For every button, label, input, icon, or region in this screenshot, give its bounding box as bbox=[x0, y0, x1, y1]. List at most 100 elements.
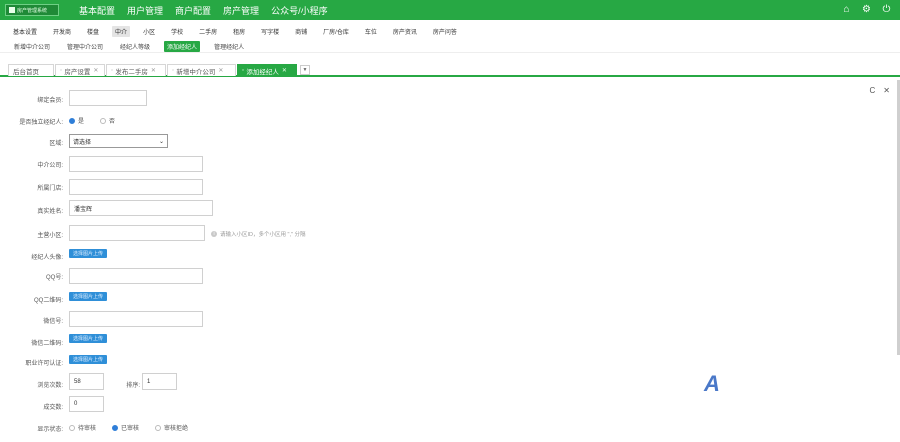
independent-no-radio[interactable]: 否 bbox=[100, 116, 115, 125]
wechat-input[interactable] bbox=[69, 311, 203, 327]
sort-input[interactable]: 1 bbox=[142, 373, 177, 390]
nav2-qa[interactable]: 房产问答 bbox=[430, 26, 460, 37]
tab-label: 后台首页 bbox=[13, 68, 39, 76]
radio-unchecked-icon bbox=[100, 117, 106, 124]
tab-dot-icon: ◦ bbox=[111, 67, 114, 74]
close-icon[interactable]: ✕ bbox=[218, 67, 223, 74]
tab-dot-icon: ◦ bbox=[60, 67, 63, 74]
real-name-label: 真实姓名: bbox=[37, 209, 63, 215]
radio-label: 已审核 bbox=[121, 426, 140, 432]
close-icon[interactable]: ✕ bbox=[93, 67, 98, 74]
community-hint: i 请输入小区ID，多个小区用 "," 分隔 bbox=[211, 230, 306, 238]
company-input[interactable] bbox=[69, 156, 203, 172]
views-label: 浏览次数: bbox=[37, 383, 63, 389]
power-icon[interactable]: ⏻ bbox=[881, 4, 892, 15]
views-input[interactable]: 58 bbox=[69, 373, 104, 390]
status-approved-radio[interactable]: 已审核 bbox=[112, 423, 139, 432]
nav2-community[interactable]: 小区 bbox=[140, 26, 158, 37]
home-icon[interactable]: ⌂ bbox=[841, 4, 852, 15]
nav2-shop[interactable]: 商铺 bbox=[292, 26, 310, 37]
deals-input[interactable]: 0 bbox=[69, 396, 104, 412]
nav2-developer[interactable]: 开发商 bbox=[50, 26, 74, 37]
community-input[interactable] bbox=[69, 225, 205, 241]
qq-input[interactable] bbox=[69, 268, 203, 284]
radio-label: 待审核 bbox=[78, 426, 97, 432]
qq-qr-label: QQ二维码: bbox=[33, 298, 63, 304]
topnav-basic-config[interactable]: 基本配置 bbox=[79, 4, 115, 17]
chevron-down-icon: ⌄ bbox=[158, 138, 164, 145]
nav2-school[interactable]: 学校 bbox=[168, 26, 186, 37]
nav2-rental[interactable]: 租房 bbox=[230, 26, 248, 37]
radio-label: 是 bbox=[78, 119, 85, 125]
radio-checked-icon bbox=[112, 424, 118, 431]
tab-label: 房产设置 bbox=[64, 68, 91, 76]
avatar-label: 经纪人头像: bbox=[31, 255, 63, 261]
sub-nav: 新增中介公司 管理中介公司 经纪人等级 添加经纪人 管理经纪人 bbox=[0, 40, 900, 53]
status-pending-radio[interactable]: 待审核 bbox=[69, 423, 96, 432]
nav3-manage-agent[interactable]: 管理经纪人 bbox=[211, 41, 247, 52]
nav3-add-company[interactable]: 新增中介公司 bbox=[11, 41, 53, 52]
radio-checked-icon bbox=[69, 117, 75, 124]
tab-add-company[interactable]: ◦ 新增中介公司 ✕ bbox=[167, 64, 236, 76]
real-name-input[interactable]: 潘宝辉 bbox=[69, 200, 213, 216]
app-logo[interactable]: 房产管理系统 bbox=[5, 4, 59, 16]
deals-label: 成交数: bbox=[43, 405, 63, 411]
bind-member-input[interactable] bbox=[69, 90, 147, 106]
tab-dot-icon: ◦ bbox=[242, 67, 245, 74]
watermark-logo: A bbox=[704, 371, 720, 396]
radio-unchecked-icon bbox=[155, 424, 161, 431]
tab-publish-second-hand[interactable]: ◦ 发布二手房 ✕ bbox=[106, 64, 166, 76]
bind-member-label: 绑定会员: bbox=[37, 98, 63, 104]
topnav-merchant-config[interactable]: 商户配置 bbox=[175, 4, 211, 17]
company-label: 中介公司: bbox=[37, 163, 63, 169]
region-select[interactable]: 请选择 ⌄ bbox=[69, 134, 168, 148]
tab-dot-icon: ◦ bbox=[172, 67, 175, 74]
radio-label: 否 bbox=[109, 119, 116, 125]
refresh-icon[interactable]: C bbox=[870, 86, 876, 95]
nav2-basic-settings[interactable]: 基本设置 bbox=[10, 26, 40, 37]
wechat-qr-upload-button[interactable]: 选择图片上传 bbox=[69, 334, 108, 343]
close-icon[interactable]: ✕ bbox=[282, 67, 287, 74]
region-label: 区域: bbox=[49, 141, 63, 147]
nav3-add-agent[interactable]: 添加经纪人 bbox=[164, 40, 201, 52]
region-select-value: 请选择 bbox=[73, 139, 92, 146]
tab-label: 新增中介公司 bbox=[176, 68, 216, 76]
independent-yes-radio[interactable]: 是 bbox=[69, 116, 84, 125]
logo-icon bbox=[9, 7, 15, 13]
wechat-label: 微信号: bbox=[43, 319, 63, 325]
top-icons: ⌂ ⚙ ⏻ bbox=[841, 4, 892, 15]
nav2-building[interactable]: 楼盘 bbox=[84, 26, 102, 37]
qq-qr-upload-button[interactable]: 选择图片上传 bbox=[69, 292, 108, 301]
close-icon[interactable]: ✕ bbox=[151, 67, 156, 74]
store-label: 所属门店: bbox=[37, 186, 63, 192]
nav2-office[interactable]: 写字楼 bbox=[258, 26, 282, 37]
license-label: 职业许可认证: bbox=[25, 361, 63, 367]
radio-label: 审核拒绝 bbox=[164, 426, 189, 432]
independent-agent-label: 是否独立经纪人: bbox=[19, 120, 63, 126]
nav3-agent-level[interactable]: 经纪人等级 bbox=[117, 41, 153, 52]
gear-icon[interactable]: ⚙ bbox=[861, 4, 872, 15]
sort-label: 排序: bbox=[126, 383, 140, 389]
nav2-parking[interactable]: 车位 bbox=[362, 26, 380, 37]
nav2-agency[interactable]: 中介 bbox=[112, 25, 131, 37]
radio-unchecked-icon bbox=[69, 424, 75, 431]
topnav-wechat-miniprogram[interactable]: 公众号/小程序 bbox=[271, 4, 328, 17]
tab-property-settings[interactable]: ◦ 房产设置 ✕ bbox=[55, 64, 105, 76]
tab-home[interactable]: 后台首页 bbox=[8, 64, 54, 76]
tab-add-agent[interactable]: ◦ 添加经纪人 ✕ bbox=[237, 64, 297, 76]
tab-label: 添加经纪人 bbox=[246, 68, 279, 76]
avatar-upload-button[interactable]: 选择图片上传 bbox=[69, 249, 108, 258]
chevron-down-icon[interactable]: ▼ bbox=[300, 65, 310, 75]
nav2-second-hand[interactable]: 二手房 bbox=[196, 26, 220, 37]
nav2-factory[interactable]: 厂房/仓库 bbox=[320, 26, 352, 37]
status-rejected-radio[interactable]: 审核拒绝 bbox=[155, 423, 188, 432]
nav3-manage-company[interactable]: 管理中介公司 bbox=[64, 41, 106, 52]
close-icon[interactable]: ✕ bbox=[883, 86, 890, 95]
topnav-property-management[interactable]: 房产管理 bbox=[223, 4, 259, 17]
community-hint-text: 请输入小区ID，多个小区用 "," 分隔 bbox=[220, 232, 306, 238]
topnav-user-management[interactable]: 用户管理 bbox=[127, 4, 163, 17]
nav2-news[interactable]: 房产资讯 bbox=[390, 26, 420, 37]
wechat-qr-label: 微信二维码: bbox=[31, 341, 63, 347]
license-upload-button[interactable]: 选择图片上传 bbox=[69, 355, 108, 364]
store-input[interactable] bbox=[69, 179, 203, 195]
